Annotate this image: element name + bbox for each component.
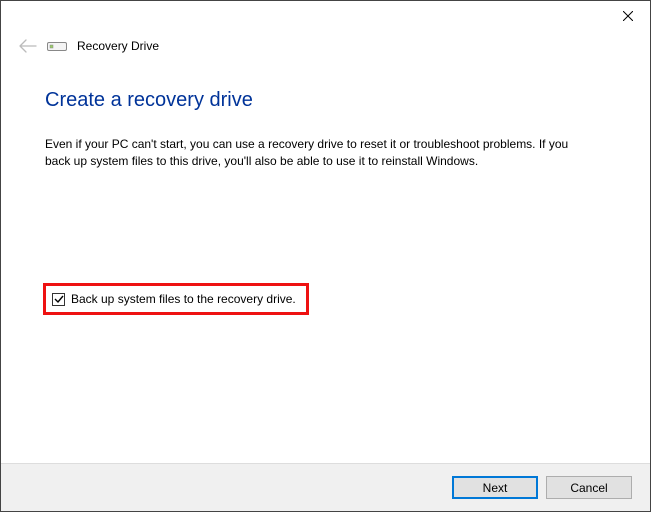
cancel-button[interactable]: Cancel	[546, 476, 632, 499]
drive-icon	[47, 40, 67, 52]
close-button[interactable]	[605, 1, 650, 31]
back-arrow-icon	[19, 39, 37, 53]
wizard-window: Recovery Drive Create a recovery drive E…	[0, 0, 651, 512]
next-button[interactable]: Next	[452, 476, 538, 499]
close-icon	[623, 11, 633, 21]
header-row: Recovery Drive	[1, 31, 650, 53]
content-area: Create a recovery drive Even if your PC …	[1, 53, 650, 171]
back-button[interactable]	[19, 39, 37, 53]
page-description: Even if your PC can't start, you can use…	[45, 136, 585, 171]
backup-checkbox[interactable]	[52, 293, 65, 306]
backup-checkbox-label[interactable]: Back up system files to the recovery dri…	[71, 292, 296, 306]
backup-option-highlight: Back up system files to the recovery dri…	[43, 283, 309, 315]
checkmark-icon	[54, 294, 64, 304]
page-heading: Create a recovery drive	[45, 89, 610, 112]
app-title: Recovery Drive	[77, 39, 159, 53]
footer: Next Cancel	[1, 463, 650, 511]
titlebar	[1, 1, 650, 31]
